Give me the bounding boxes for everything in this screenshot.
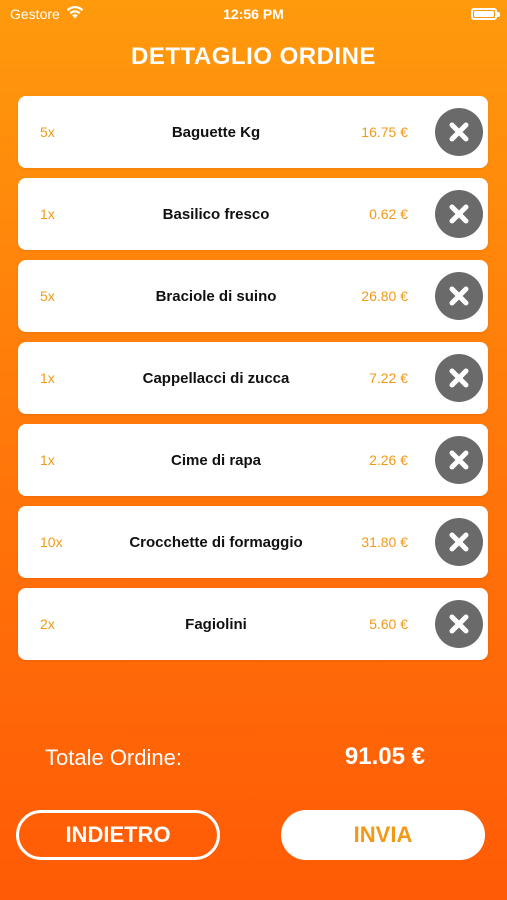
send-button[interactable]: INVIA bbox=[281, 810, 485, 860]
item-quantity: 1x bbox=[40, 452, 55, 468]
item-quantity: 2x bbox=[40, 616, 55, 632]
item-name: Crocchette di formaggio bbox=[129, 533, 303, 551]
order-row: 1x Cime di rapa 2.26 € bbox=[18, 424, 488, 496]
order-row: 5x Baguette Kg 16.75 € bbox=[18, 96, 488, 168]
item-quantity: 10x bbox=[40, 534, 63, 550]
item-price: 0.62 € bbox=[369, 206, 408, 222]
item-price: 26.80 € bbox=[361, 288, 408, 304]
back-button[interactable]: INDIETRO bbox=[16, 810, 220, 860]
remove-item-button[interactable] bbox=[435, 354, 483, 402]
remove-item-button[interactable] bbox=[435, 518, 483, 566]
item-quantity: 5x bbox=[40, 288, 55, 304]
order-row: 2x Fagiolini 5.60 € bbox=[18, 588, 488, 660]
battery-icon bbox=[471, 8, 500, 20]
remove-item-button[interactable] bbox=[435, 108, 483, 156]
item-price: 5.60 € bbox=[369, 616, 408, 632]
close-x-icon bbox=[449, 532, 469, 552]
item-price: 31.80 € bbox=[361, 534, 408, 550]
item-name: Braciole di suino bbox=[155, 287, 277, 305]
item-name: Fagiolini bbox=[185, 615, 247, 633]
order-row: 5x Braciole di suino 26.80 € bbox=[18, 260, 488, 332]
item-name: Cappellacci di zucca bbox=[142, 369, 290, 387]
item-name: Basilico fresco bbox=[162, 205, 270, 223]
item-price: 2.26 € bbox=[369, 452, 408, 468]
item-quantity: 5x bbox=[40, 124, 55, 140]
close-x-icon bbox=[449, 450, 469, 470]
close-x-icon bbox=[449, 204, 469, 224]
status-time: 12:56 PM bbox=[223, 6, 284, 22]
page-title: DETTAGLIO ORDINE bbox=[131, 43, 376, 70]
order-row: 10x Crocchette di formaggio 31.80 € bbox=[18, 506, 488, 578]
order-list: 5x Baguette Kg 16.75 € 1x Basilico fresc… bbox=[18, 96, 488, 670]
item-name: Baguette Kg bbox=[171, 123, 261, 141]
status-bar: Gestore 12:56 PM bbox=[0, 0, 507, 30]
order-row: 1x Cappellacci di zucca 7.22 € bbox=[18, 342, 488, 414]
remove-item-button[interactable] bbox=[435, 600, 483, 648]
total-label: Totale Ordine: bbox=[45, 745, 182, 770]
close-x-icon bbox=[449, 614, 469, 634]
item-price: 7.22 € bbox=[369, 370, 408, 386]
remove-item-button[interactable] bbox=[435, 436, 483, 484]
remove-item-button[interactable] bbox=[435, 272, 483, 320]
close-x-icon bbox=[449, 122, 469, 142]
item-name: Cime di rapa bbox=[170, 451, 262, 469]
order-row: 1x Basilico fresco 0.62 € bbox=[18, 178, 488, 250]
close-x-icon bbox=[449, 286, 469, 306]
total-value: 91.05 € bbox=[344, 743, 425, 770]
remove-item-button[interactable] bbox=[435, 190, 483, 238]
item-price: 16.75 € bbox=[361, 124, 408, 140]
close-x-icon bbox=[449, 368, 469, 388]
item-quantity: 1x bbox=[40, 370, 55, 386]
item-quantity: 1x bbox=[40, 206, 55, 222]
